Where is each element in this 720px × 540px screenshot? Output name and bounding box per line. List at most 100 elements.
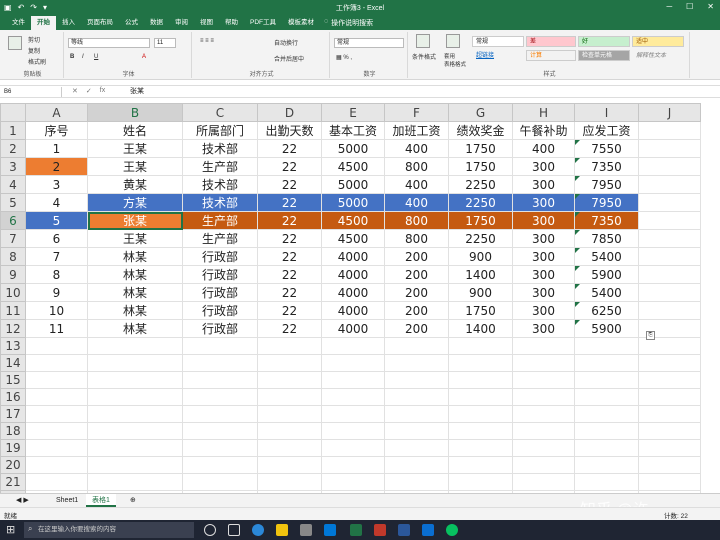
cell[interactable]: 300 (512, 157, 575, 176)
cell[interactable]: 22 (257, 229, 322, 248)
cell[interactable]: 行政部 (182, 283, 258, 302)
cell[interactable] (448, 388, 513, 406)
format-table-icon[interactable] (446, 34, 460, 48)
style-hyperlink[interactable]: 超链接 (472, 50, 524, 61)
row-header[interactable]: 13 (0, 337, 26, 355)
tab-insert[interactable]: 插入 (56, 16, 81, 30)
cell[interactable]: 技术部 (182, 175, 258, 194)
cell[interactable] (87, 405, 183, 423)
fx-icon[interactable]: fx (100, 87, 105, 95)
style-bad[interactable]: 差 (526, 36, 576, 47)
cell[interactable]: 加班工资 (384, 121, 449, 140)
cell[interactable] (638, 229, 701, 248)
cell[interactable]: 300 (512, 193, 575, 212)
row-header[interactable]: 16 (0, 388, 26, 406)
column-header[interactable]: G (448, 103, 513, 122)
row-header[interactable]: 15 (0, 371, 26, 389)
cell[interactable]: 基本工资 (321, 121, 385, 140)
cell[interactable] (25, 422, 88, 440)
cell[interactable]: 林某 (87, 319, 183, 338)
cell[interactable]: 林某 (87, 283, 183, 302)
cell[interactable]: 22 (257, 283, 322, 302)
cell[interactable]: 800 (384, 211, 449, 230)
edge-icon[interactable] (252, 524, 264, 536)
active-cell[interactable]: 张某 (87, 211, 183, 230)
cell[interactable] (182, 405, 258, 423)
cell[interactable] (638, 473, 701, 491)
taskbar-search[interactable]: 在这里输入你要搜索的内容 (24, 522, 194, 538)
cell[interactable] (638, 371, 701, 389)
cell[interactable]: 300 (512, 175, 575, 194)
cell[interactable] (384, 388, 449, 406)
cell[interactable]: 6 (25, 229, 88, 248)
cell[interactable] (257, 422, 322, 440)
cell[interactable]: 8 (25, 265, 88, 284)
cell[interactable]: 4500 (321, 229, 385, 248)
tab-review[interactable]: 审阅 (169, 16, 194, 30)
cell[interactable] (182, 422, 258, 440)
row-header[interactable]: 11 (0, 301, 26, 320)
style-check-cell[interactable]: 检查单元格 (578, 50, 630, 61)
cell[interactable] (321, 405, 385, 423)
cell[interactable] (384, 439, 449, 457)
cell[interactable]: 出勤天数 (257, 121, 322, 140)
cell[interactable]: 22 (257, 301, 322, 320)
excel-icon[interactable] (350, 524, 362, 536)
cell[interactable]: 7850 (574, 229, 639, 248)
row-header[interactable]: 6 (0, 211, 26, 230)
column-header[interactable]: H (512, 103, 575, 122)
cell[interactable] (25, 405, 88, 423)
cell[interactable] (638, 405, 701, 423)
row-header[interactable]: 21 (0, 473, 26, 491)
cell[interactable]: 1750 (448, 211, 513, 230)
row-header[interactable]: 9 (0, 265, 26, 284)
row-header[interactable]: 2 (0, 139, 26, 158)
column-header[interactable]: B (87, 103, 183, 122)
cell[interactable] (87, 337, 183, 355)
cell[interactable] (321, 354, 385, 372)
cell[interactable]: 技术部 (182, 193, 258, 212)
select-all-corner[interactable] (0, 103, 26, 122)
cell[interactable] (574, 405, 639, 423)
cell[interactable] (512, 439, 575, 457)
cell[interactable]: 王某 (87, 139, 183, 158)
cell[interactable]: 2250 (448, 193, 513, 212)
style-explanatory[interactable]: 解释性文本 (632, 50, 684, 61)
column-header[interactable]: D (257, 103, 322, 122)
style-neutral[interactable]: 适中 (632, 36, 684, 47)
row-header[interactable]: 3 (0, 157, 26, 176)
cell[interactable]: 200 (384, 319, 449, 338)
cell[interactable] (448, 439, 513, 457)
cell[interactable]: 200 (384, 301, 449, 320)
cell[interactable] (87, 422, 183, 440)
cell[interactable]: 5900 (574, 319, 639, 338)
tab-data[interactable]: 数据 (144, 16, 169, 30)
cell[interactable]: 400 (384, 139, 449, 158)
cell[interactable]: 7 (25, 247, 88, 266)
cell[interactable]: 200 (384, 283, 449, 302)
cell[interactable]: 10 (25, 301, 88, 320)
cell[interactable]: 方某 (87, 193, 183, 212)
cell[interactable] (182, 439, 258, 457)
cell[interactable] (448, 456, 513, 474)
column-header[interactable]: E (321, 103, 385, 122)
cell[interactable] (321, 473, 385, 491)
cell[interactable] (448, 405, 513, 423)
cell[interactable] (87, 388, 183, 406)
cell[interactable] (182, 456, 258, 474)
app-icon[interactable] (300, 524, 312, 536)
cell[interactable] (638, 211, 701, 230)
cell[interactable] (512, 354, 575, 372)
tab-page-layout[interactable]: 页面布局 (81, 16, 119, 30)
cell[interactable] (638, 121, 701, 140)
word-icon[interactable] (398, 524, 410, 536)
cell[interactable] (182, 388, 258, 406)
cell[interactable]: 1750 (448, 157, 513, 176)
cell[interactable]: 5 (25, 211, 88, 230)
row-header[interactable]: 8 (0, 247, 26, 266)
row-header[interactable]: 19 (0, 439, 26, 457)
cut-button[interactable]: 剪切 (28, 35, 40, 44)
maximize-icon[interactable]: ☐ (686, 2, 693, 11)
cell[interactable]: 1400 (448, 319, 513, 338)
wrap-text-button[interactable]: 自动换行 (274, 38, 298, 47)
